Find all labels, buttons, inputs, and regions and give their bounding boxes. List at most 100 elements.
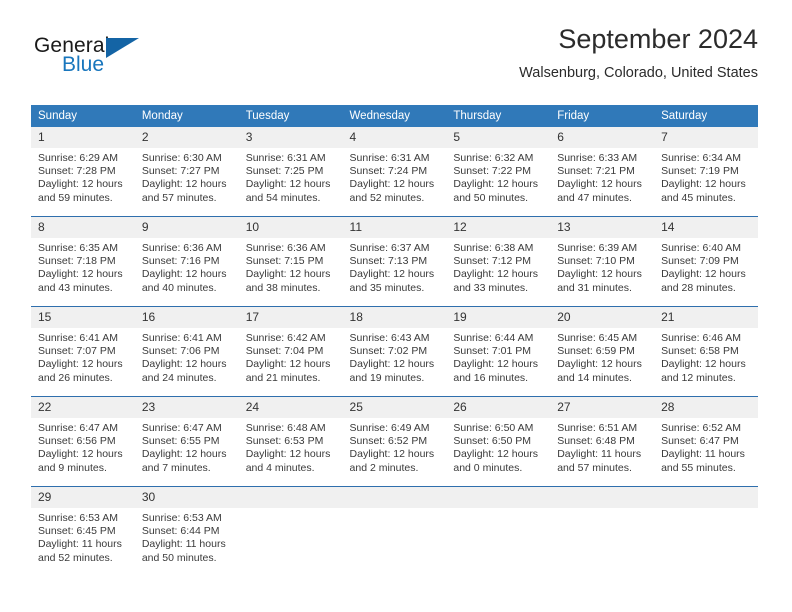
calendar-week-row: 8 Sunrise: 6:35 AM Sunset: 7:18 PM Dayli…	[31, 216, 758, 307]
calendar-day-cell[interactable]: 10 Sunrise: 6:36 AM Sunset: 7:15 PM Dayl…	[238, 216, 343, 307]
day-details: Sunrise: 6:29 AM Sunset: 7:28 PM Dayligh…	[31, 148, 135, 205]
calendar-day-cell[interactable]: 7 Sunrise: 6:34 AM Sunset: 7:19 PM Dayli…	[654, 127, 758, 217]
calendar-day-cell[interactable]: 22 Sunrise: 6:47 AM Sunset: 6:56 PM Dayl…	[31, 396, 135, 487]
day-number: 3	[238, 127, 343, 148]
sunset-text: Sunset: 6:59 PM	[557, 345, 635, 358]
daylight-text-line1: Daylight: 12 hours	[38, 268, 123, 281]
day-number: 11	[342, 217, 447, 238]
sunset-text: Sunset: 7:10 PM	[557, 255, 635, 268]
daylight-text-line1: Daylight: 12 hours	[557, 178, 642, 191]
day-number	[446, 487, 551, 508]
day-number: 23	[134, 397, 239, 418]
daylight-text-line2: and 14 minutes.	[557, 371, 632, 384]
day-details	[654, 508, 758, 512]
day-details: Sunrise: 6:31 AM Sunset: 7:25 PM Dayligh…	[239, 148, 343, 205]
day-details: Sunrise: 6:39 AM Sunset: 7:10 PM Dayligh…	[550, 238, 654, 295]
day-number: 28	[654, 397, 758, 418]
daylight-text-line2: and 50 minutes.	[141, 551, 217, 564]
sunset-text: Sunset: 6:48 PM	[557, 435, 635, 448]
calendar-day-cell[interactable]: 19 Sunrise: 6:44 AM Sunset: 7:01 PM Dayl…	[446, 306, 551, 397]
calendar-table: Sunday Monday Tuesday Wednesday Thursday…	[31, 105, 758, 576]
calendar-page: General Blue September 2024 Walsenburg, …	[0, 0, 792, 612]
day-number: 16	[134, 307, 239, 328]
day-details	[239, 508, 343, 512]
calendar-day-cell[interactable]: 15 Sunrise: 6:41 AM Sunset: 7:07 PM Dayl…	[31, 306, 135, 397]
calendar-day-cell[interactable]: 3 Sunrise: 6:31 AM Sunset: 7:25 PM Dayli…	[238, 127, 343, 217]
day-details: Sunrise: 6:46 AM Sunset: 6:58 PM Dayligh…	[654, 328, 758, 385]
calendar-day-cell[interactable]: 4 Sunrise: 6:31 AM Sunset: 7:24 PM Dayli…	[342, 127, 447, 217]
calendar-day-cell[interactable]: 12 Sunrise: 6:38 AM Sunset: 7:12 PM Dayl…	[446, 216, 551, 307]
calendar-day-cell[interactable]: 5 Sunrise: 6:32 AM Sunset: 7:22 PM Dayli…	[446, 127, 551, 217]
calendar-day-cell[interactable]: 17 Sunrise: 6:42 AM Sunset: 7:04 PM Dayl…	[238, 306, 343, 397]
calendar-day-cell-empty	[342, 486, 447, 576]
day-details: Sunrise: 6:50 AM Sunset: 6:50 PM Dayligh…	[446, 418, 550, 475]
daylight-text-line2: and 54 minutes.	[245, 191, 321, 204]
daylight-text-line1: Daylight: 11 hours	[557, 448, 642, 461]
triangle-logo-icon	[106, 38, 139, 58]
calendar-day-cell[interactable]: 28 Sunrise: 6:52 AM Sunset: 6:47 PM Dayl…	[654, 396, 758, 487]
sunset-text: Sunset: 6:44 PM	[141, 525, 220, 538]
calendar-day-cell[interactable]: 9 Sunrise: 6:36 AM Sunset: 7:16 PM Dayli…	[134, 216, 239, 307]
daylight-text-line2: and 28 minutes.	[661, 281, 736, 294]
calendar-day-cell[interactable]: 27 Sunrise: 6:51 AM Sunset: 6:48 PM Dayl…	[550, 396, 655, 487]
calendar-day-cell[interactable]: 18 Sunrise: 6:43 AM Sunset: 7:02 PM Dayl…	[342, 306, 447, 397]
day-details: Sunrise: 6:49 AM Sunset: 6:52 PM Dayligh…	[343, 418, 447, 475]
day-number: 26	[446, 397, 551, 418]
calendar-day-cell[interactable]: 26 Sunrise: 6:50 AM Sunset: 6:50 PM Dayl…	[446, 396, 551, 487]
sunrise-text: Sunrise: 6:53 AM	[141, 512, 222, 524]
sunrise-text: Sunrise: 6:40 AM	[661, 242, 742, 254]
calendar-day-cell[interactable]: 23 Sunrise: 6:47 AM Sunset: 6:55 PM Dayl…	[134, 396, 239, 487]
brand-logo[interactable]: General Blue	[34, 34, 234, 80]
sunrise-text: Sunrise: 6:53 AM	[38, 512, 118, 524]
calendar-day-cell[interactable]: 29 Sunrise: 6:53 AM Sunset: 6:45 PM Dayl…	[31, 486, 135, 576]
daylight-text-line2: and 12 minutes.	[661, 371, 736, 384]
day-details	[550, 508, 654, 512]
calendar-day-cell[interactable]: 8 Sunrise: 6:35 AM Sunset: 7:18 PM Dayli…	[31, 216, 135, 307]
sunset-text: Sunset: 6:45 PM	[38, 525, 116, 538]
daylight-text-line1: Daylight: 11 hours	[141, 538, 226, 551]
day-number: 9	[134, 217, 239, 238]
day-number: 20	[550, 307, 655, 328]
sunrise-text: Sunrise: 6:44 AM	[453, 332, 534, 344]
sunrise-text: Sunrise: 6:41 AM	[38, 332, 118, 344]
daylight-text-line1: Daylight: 12 hours	[38, 178, 123, 191]
day-number: 1	[31, 127, 135, 148]
calendar-day-cell[interactable]: 21 Sunrise: 6:46 AM Sunset: 6:58 PM Dayl…	[654, 306, 758, 397]
daylight-text-line2: and 55 minutes.	[661, 461, 736, 474]
calendar-day-cell[interactable]: 25 Sunrise: 6:49 AM Sunset: 6:52 PM Dayl…	[342, 396, 447, 487]
day-number: 14	[654, 217, 758, 238]
weekday-header-friday: Friday	[550, 105, 655, 127]
daylight-text-line1: Daylight: 12 hours	[661, 358, 746, 371]
sunset-text: Sunset: 7:28 PM	[38, 165, 116, 178]
sunset-text: Sunset: 6:47 PM	[661, 435, 739, 448]
day-details: Sunrise: 6:40 AM Sunset: 7:09 PM Dayligh…	[654, 238, 758, 295]
calendar-day-cell[interactable]: 14 Sunrise: 6:40 AM Sunset: 7:09 PM Dayl…	[654, 216, 758, 307]
daylight-text-line2: and 24 minutes.	[141, 371, 217, 384]
daylight-text-line2: and 57 minutes.	[141, 191, 217, 204]
calendar-day-cell[interactable]: 13 Sunrise: 6:39 AM Sunset: 7:10 PM Dayl…	[550, 216, 655, 307]
day-details: Sunrise: 6:36 AM Sunset: 7:15 PM Dayligh…	[239, 238, 343, 295]
day-number: 7	[654, 127, 758, 148]
calendar-day-cell[interactable]: 30 Sunrise: 6:53 AM Sunset: 6:44 PM Dayl…	[134, 486, 239, 576]
day-number: 19	[446, 307, 551, 328]
sunset-text: Sunset: 7:21 PM	[557, 165, 635, 178]
calendar-day-cell[interactable]: 16 Sunrise: 6:41 AM Sunset: 7:06 PM Dayl…	[134, 306, 239, 397]
day-number: 30	[134, 487, 239, 508]
calendar-day-cell-empty	[550, 486, 655, 576]
daylight-text-line2: and 19 minutes.	[349, 371, 425, 384]
day-number: 15	[31, 307, 135, 328]
page-title: September 2024	[558, 24, 758, 54]
sunset-text: Sunset: 7:27 PM	[141, 165, 220, 178]
daylight-text-line1: Daylight: 12 hours	[38, 448, 123, 461]
calendar-day-cell[interactable]: 20 Sunrise: 6:45 AM Sunset: 6:59 PM Dayl…	[550, 306, 655, 397]
calendar-day-cell[interactable]: 6 Sunrise: 6:33 AM Sunset: 7:21 PM Dayli…	[550, 127, 655, 217]
day-details: Sunrise: 6:41 AM Sunset: 7:06 PM Dayligh…	[135, 328, 239, 385]
sunrise-text: Sunrise: 6:37 AM	[349, 242, 430, 254]
calendar-day-cell[interactable]: 2 Sunrise: 6:30 AM Sunset: 7:27 PM Dayli…	[134, 127, 239, 217]
calendar-day-cell[interactable]: 11 Sunrise: 6:37 AM Sunset: 7:13 PM Dayl…	[342, 216, 447, 307]
day-details: Sunrise: 6:34 AM Sunset: 7:19 PM Dayligh…	[654, 148, 758, 205]
sunset-text: Sunset: 6:53 PM	[245, 435, 324, 448]
calendar-day-cell[interactable]: 24 Sunrise: 6:48 AM Sunset: 6:53 PM Dayl…	[238, 396, 343, 487]
day-details	[343, 508, 447, 512]
calendar-day-cell[interactable]: 1 Sunrise: 6:29 AM Sunset: 7:28 PM Dayli…	[31, 127, 135, 217]
